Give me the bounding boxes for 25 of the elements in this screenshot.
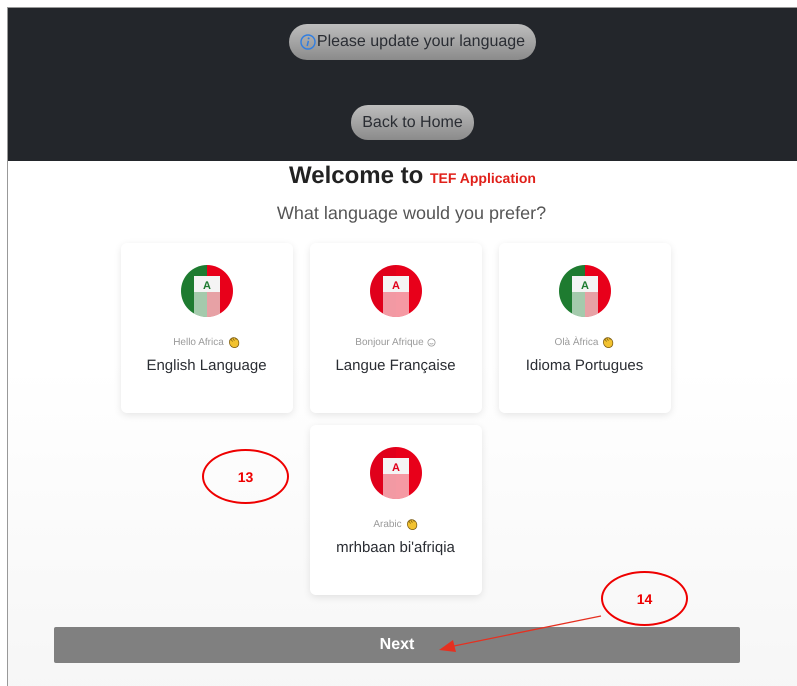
hand-icon <box>226 336 240 348</box>
notice-text: Please update your language <box>316 33 526 51</box>
language-name: mrhbaan bi'afriqia <box>336 539 455 556</box>
hand-icon <box>601 336 614 348</box>
language-name: English Language <box>146 357 267 374</box>
language-card[interactable]: A Hello Africa English Language <box>120 243 292 413</box>
language-card[interactable]: A Bonjour Afrique Langue Française <box>310 243 482 413</box>
language-question: What language would you prefer? <box>276 203 546 224</box>
annotation-callout: 13 <box>202 449 289 504</box>
info-icon <box>300 34 316 50</box>
language-name: Langue Française <box>335 357 456 374</box>
app-name: TEF Application <box>430 170 536 186</box>
greeting-text: Arabic <box>373 518 402 530</box>
back-home-button[interactable]: Back to Home <box>351 105 474 140</box>
language-name: Idioma Portugues <box>526 357 644 374</box>
welcome-title: Welcome to <box>289 162 424 189</box>
greeting-text: Bonjour Afrique <box>355 336 424 348</box>
hand-icon <box>404 518 418 530</box>
greeting-text: Olà Àfrica <box>554 336 598 348</box>
language-card[interactable]: A Olà Àfrica Idioma Portugues <box>498 243 670 413</box>
smiley-icon <box>426 338 436 346</box>
language-card[interactable]: A Arabic mrhbaan bi'afriqia <box>310 425 482 595</box>
next-button[interactable]: Next <box>54 627 740 663</box>
annotation-callout: 14 <box>601 571 688 626</box>
greeting-text: Hello Africa <box>173 336 224 348</box>
